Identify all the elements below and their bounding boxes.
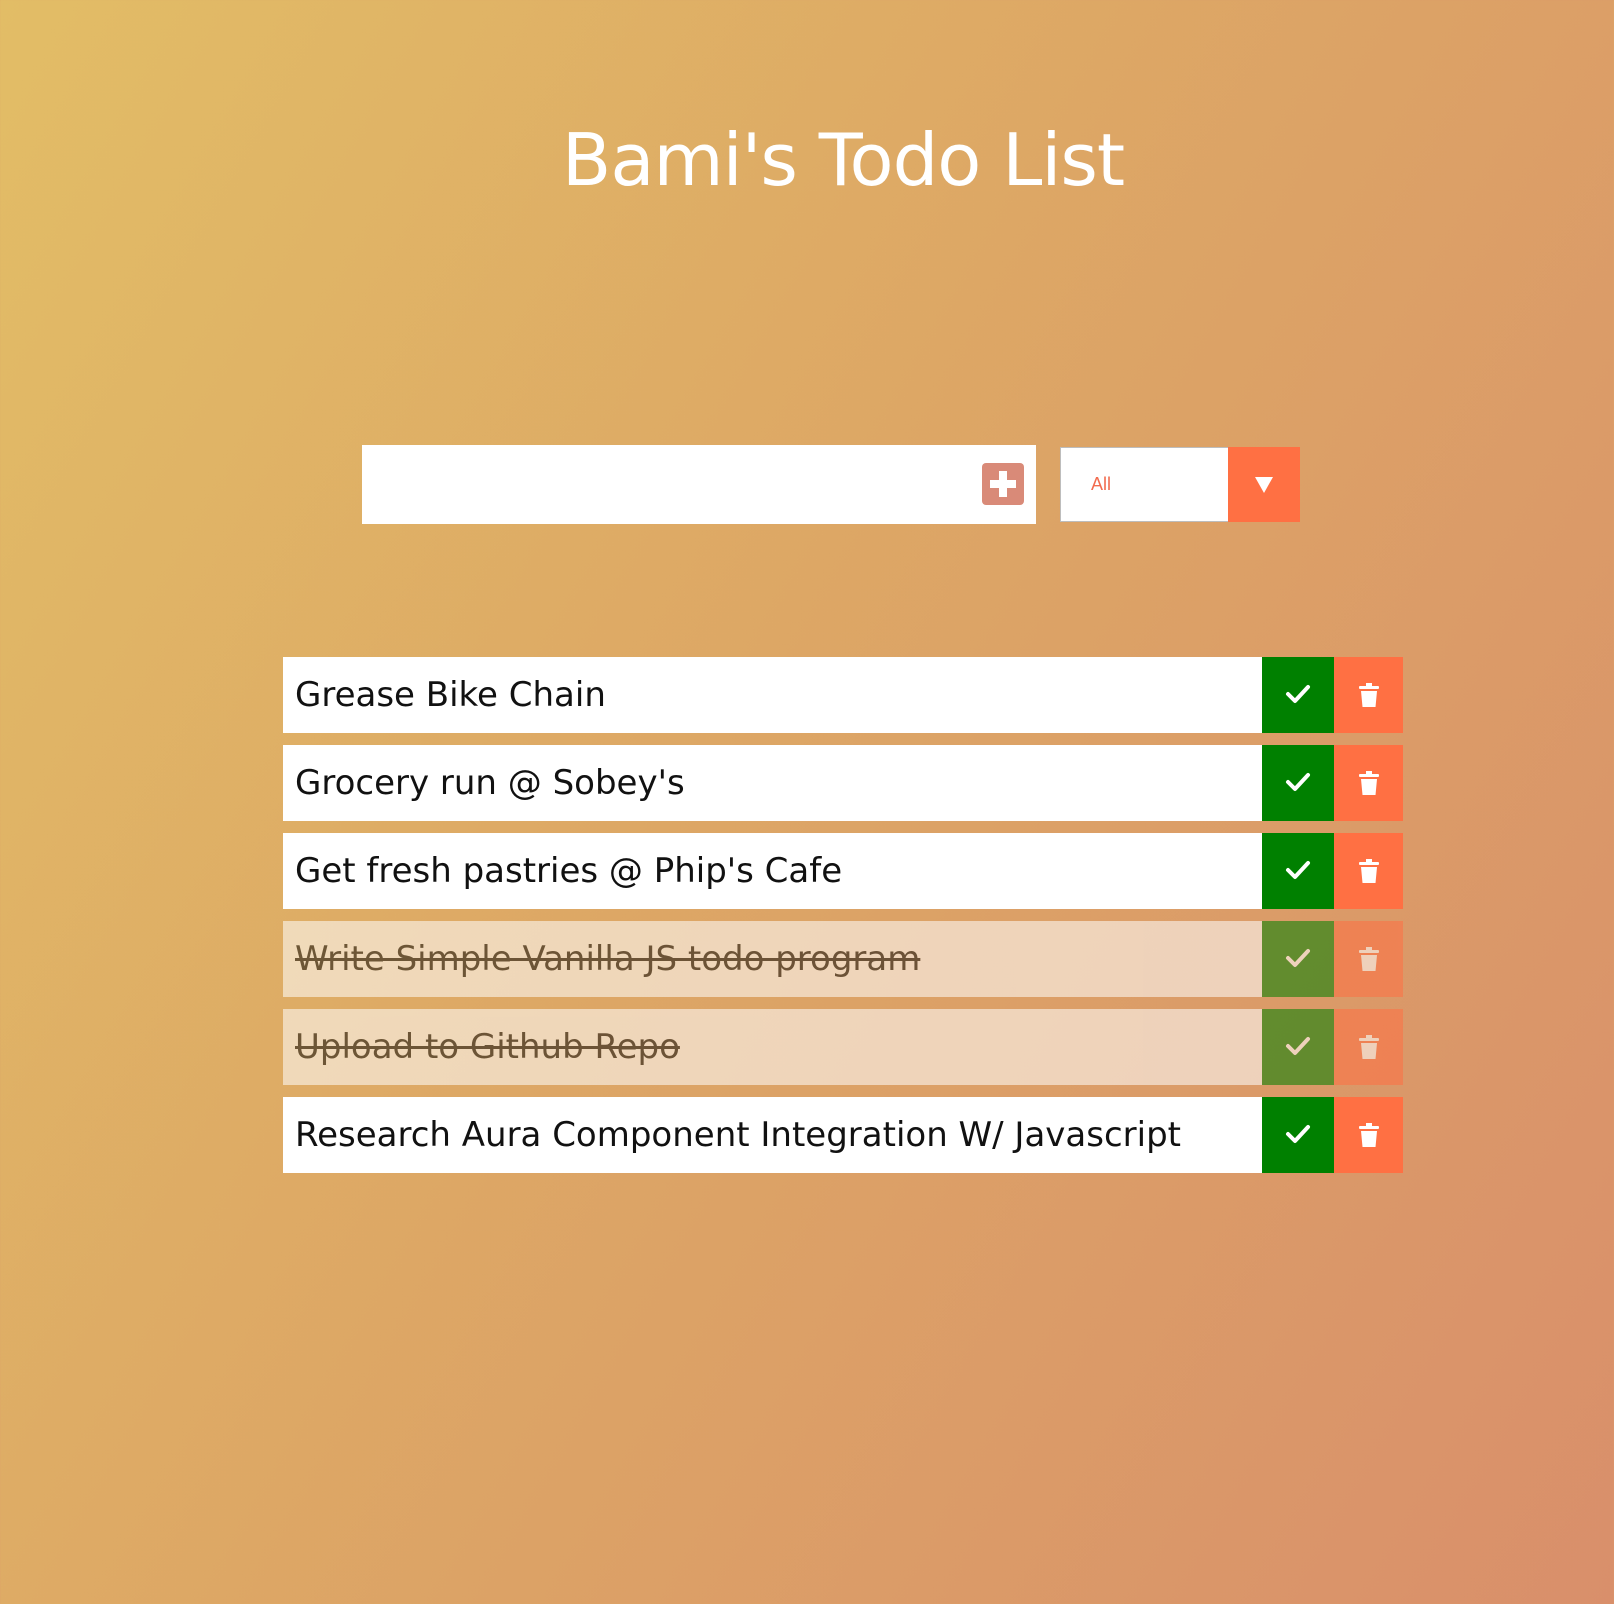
check-icon bbox=[1262, 1123, 1334, 1145]
todo-text: Upload to Github Repo bbox=[283, 1009, 1262, 1085]
delete-button[interactable] bbox=[1334, 745, 1403, 821]
complete-button[interactable] bbox=[1262, 833, 1334, 909]
plus-square-icon bbox=[982, 463, 1024, 505]
delete-button[interactable] bbox=[1334, 1097, 1403, 1173]
trash-icon bbox=[1334, 771, 1403, 795]
todo-text: Write Simple Vanilla JS todo program bbox=[283, 921, 1262, 997]
todo-input-container bbox=[362, 445, 1036, 524]
delete-button[interactable] bbox=[1334, 657, 1403, 733]
delete-button[interactable] bbox=[1334, 1009, 1403, 1085]
filter-select[interactable]: All bbox=[1060, 447, 1300, 522]
complete-button[interactable] bbox=[1262, 1009, 1334, 1085]
check-icon bbox=[1262, 683, 1334, 705]
add-todo-button[interactable] bbox=[982, 463, 1024, 505]
filter-dropdown-button[interactable] bbox=[1228, 447, 1300, 522]
trash-icon bbox=[1334, 859, 1403, 883]
trash-icon bbox=[1334, 1123, 1403, 1147]
page-title: Bami's Todo List bbox=[561, 118, 1125, 202]
todo-text: Grease Bike Chain bbox=[283, 657, 1262, 733]
complete-button[interactable] bbox=[1262, 657, 1334, 733]
trash-icon bbox=[1334, 683, 1403, 707]
todo-item: Write Simple Vanilla JS todo program bbox=[283, 921, 1403, 997]
trash-icon bbox=[1334, 1035, 1403, 1059]
trash-icon bbox=[1334, 947, 1403, 971]
todo-text: Get fresh pastries @ Phip's Cafe bbox=[283, 833, 1262, 909]
complete-button[interactable] bbox=[1262, 745, 1334, 821]
todo-item: Upload to Github Repo bbox=[283, 1009, 1403, 1085]
check-icon bbox=[1262, 771, 1334, 793]
delete-button[interactable] bbox=[1334, 921, 1403, 997]
todo-item: Get fresh pastries @ Phip's Cafe bbox=[283, 833, 1403, 909]
todo-list: Grease Bike Chain Grocery run @ Sobey's Ge… bbox=[283, 657, 1403, 1185]
check-icon bbox=[1262, 1035, 1334, 1057]
todo-item: Research Aura Component Integration W/ J… bbox=[283, 1097, 1403, 1173]
complete-button[interactable] bbox=[1262, 1097, 1334, 1173]
check-icon bbox=[1262, 859, 1334, 881]
todo-text: Research Aura Component Integration W/ J… bbox=[283, 1097, 1262, 1173]
delete-button[interactable] bbox=[1334, 833, 1403, 909]
check-icon bbox=[1262, 947, 1334, 969]
caret-down-icon bbox=[1228, 477, 1300, 493]
todo-item: Grocery run @ Sobey's bbox=[283, 745, 1403, 821]
todo-item: Grease Bike Chain bbox=[283, 657, 1403, 733]
complete-button[interactable] bbox=[1262, 921, 1334, 997]
filter-selected-value: All bbox=[1091, 474, 1112, 494]
todo-text: Grocery run @ Sobey's bbox=[283, 745, 1262, 821]
todo-input[interactable] bbox=[362, 445, 962, 524]
